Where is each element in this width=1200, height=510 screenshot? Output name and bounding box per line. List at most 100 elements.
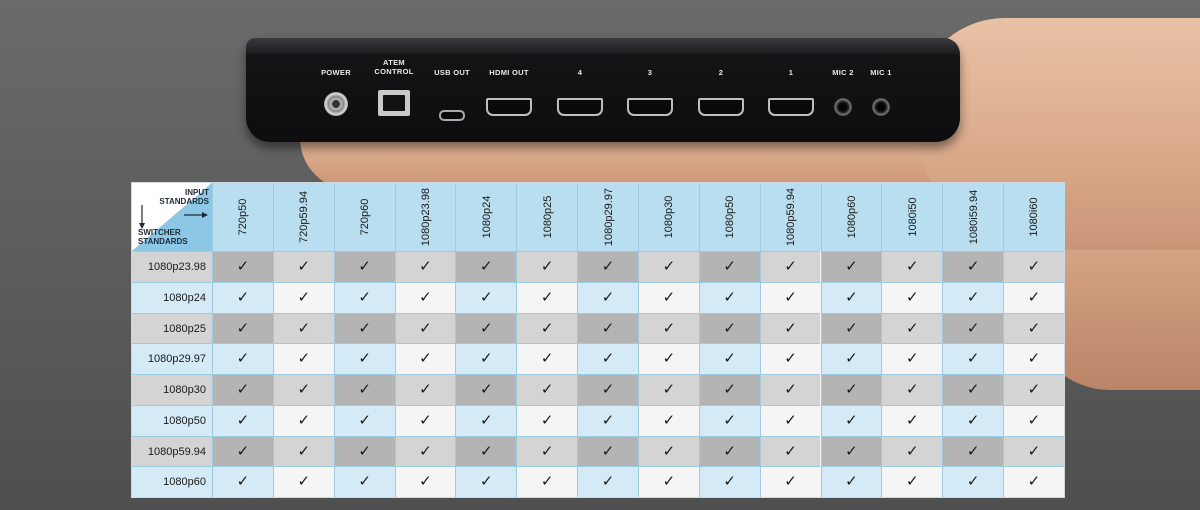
compatibility-check: ✓ — [759, 281, 821, 313]
compatibility-check: ✓ — [759, 343, 821, 374]
row-header: 1080p25 — [132, 312, 212, 344]
column-header: 720p60 — [333, 183, 396, 251]
compatibility-check: ✓ — [1003, 466, 1064, 497]
port-label: MIC 2 — [832, 68, 854, 77]
compatibility-check: ✓ — [516, 404, 578, 436]
compatibility-check: ✓ — [881, 404, 943, 436]
compatibility-check: ✓ — [577, 404, 638, 436]
compatibility-check: ✓ — [394, 251, 456, 282]
compatibility-check: ✓ — [577, 466, 638, 497]
compatibility-check: ✓ — [577, 281, 638, 313]
usb-c-icon — [439, 110, 465, 121]
compatibility-check: ✓ — [1003, 343, 1064, 374]
compatibility-check: ✓ — [637, 343, 699, 374]
compatibility-check: ✓ — [394, 435, 456, 467]
compatibility-check: ✓ — [212, 404, 273, 436]
compatibility-check: ✓ — [637, 404, 699, 436]
column-header-label: 1080p60 — [845, 195, 858, 239]
port-label: 4 — [577, 68, 583, 77]
compatibility-check: ✓ — [394, 466, 456, 497]
compatibility-check: ✓ — [333, 435, 395, 467]
compatibility-check: ✓ — [455, 281, 517, 313]
compatibility-check: ✓ — [1003, 435, 1064, 467]
compatibility-check: ✓ — [759, 251, 821, 282]
row-header: 1080p60 — [132, 466, 212, 497]
compatibility-check: ✓ — [759, 435, 821, 467]
compatibility-check: ✓ — [272, 466, 334, 497]
compatibility-check: ✓ — [272, 343, 334, 374]
compatibility-check: ✓ — [272, 404, 334, 436]
compatibility-check: ✓ — [698, 343, 760, 374]
column-header-label: 1080p59.94 — [785, 187, 798, 247]
rj45-icon — [378, 90, 410, 116]
column-header-label: 1080p30 — [663, 195, 676, 239]
column-header-label: 1080i60 — [1028, 197, 1041, 237]
port-label: MIC 1 — [870, 68, 892, 77]
column-header-label: 1080p23.98 — [419, 187, 432, 247]
compatibility-check: ✓ — [212, 466, 273, 497]
compatibility-check: ✓ — [820, 466, 882, 497]
compatibility-check: ✓ — [516, 281, 578, 313]
compatibility-check: ✓ — [881, 374, 943, 405]
compatibility-check: ✓ — [394, 281, 456, 313]
column-header: 1080p23.98 — [394, 183, 457, 251]
compatibility-check: ✓ — [759, 404, 821, 436]
compatibility-check: ✓ — [1003, 312, 1064, 344]
column-header-label: 720p50 — [237, 198, 250, 236]
column-header: 1080p60 — [820, 183, 883, 251]
compatibility-check: ✓ — [881, 435, 943, 467]
port-label: HDMI OUT — [489, 68, 529, 77]
compatibility-check: ✓ — [455, 251, 517, 282]
compatibility-check: ✓ — [820, 374, 882, 405]
table-corner: INPUT STANDARDS SWITCHER STANDARDS — [132, 183, 212, 251]
row-header: 1080p30 — [132, 374, 212, 405]
compatibility-check: ✓ — [394, 374, 456, 405]
compatibility-check: ✓ — [272, 281, 334, 313]
column-header-label: 1080p50 — [724, 195, 737, 239]
compatibility-check: ✓ — [759, 466, 821, 497]
compatibility-check: ✓ — [942, 281, 1004, 313]
compatibility-check: ✓ — [272, 251, 334, 282]
compatibility-check: ✓ — [759, 312, 821, 344]
column-header: 1080i60 — [1003, 183, 1065, 251]
compatibility-check: ✓ — [698, 404, 760, 436]
row-header: 1080p29.97 — [132, 343, 212, 374]
hdmi-icon — [486, 98, 532, 116]
standards-compatibility-table: INPUT STANDARDS SWITCHER STANDARDS 720p5… — [131, 182, 1065, 498]
column-header-label: 720p60 — [359, 198, 372, 236]
compatibility-check: ✓ — [698, 466, 760, 497]
compatibility-check: ✓ — [272, 312, 334, 344]
compatibility-check: ✓ — [577, 312, 638, 344]
hdmi-icon — [627, 98, 673, 116]
compatibility-check: ✓ — [698, 251, 760, 282]
compatibility-check: ✓ — [333, 404, 395, 436]
compatibility-check: ✓ — [577, 374, 638, 405]
compatibility-check: ✓ — [1003, 251, 1064, 282]
bnc-icon — [324, 92, 348, 116]
compatibility-check: ✓ — [394, 404, 456, 436]
compatibility-check: ✓ — [333, 343, 395, 374]
compatibility-check: ✓ — [820, 251, 882, 282]
compatibility-check: ✓ — [942, 435, 1004, 467]
column-header: 1080p50 — [698, 183, 761, 251]
corner-switcher-standards: SWITCHER STANDARDS — [138, 228, 188, 246]
port-label: POWER — [321, 68, 351, 77]
column-header: 720p50 — [212, 183, 274, 251]
audio-jack-icon — [872, 98, 890, 116]
audio-jack-icon — [834, 98, 852, 116]
compatibility-check: ✓ — [637, 374, 699, 405]
row-header: 1080p59.94 — [132, 435, 212, 467]
column-header: 1080p30 — [637, 183, 700, 251]
compatibility-check: ✓ — [212, 312, 273, 344]
compatibility-check: ✓ — [820, 281, 882, 313]
compatibility-check: ✓ — [637, 251, 699, 282]
atem-mini-switcher: POWER ATEM CONTROL USB OUT HDMI OUT 4 3 2 1 MIC … — [246, 38, 960, 142]
compatibility-check: ✓ — [516, 251, 578, 282]
compatibility-check: ✓ — [942, 312, 1004, 344]
compatibility-check: ✓ — [516, 466, 578, 497]
compatibility-check: ✓ — [455, 466, 517, 497]
column-header-label: 1080p25 — [541, 195, 554, 239]
port-label: USB OUT — [434, 68, 470, 77]
compatibility-check: ✓ — [942, 374, 1004, 405]
corner-input-standards: INPUT STANDARDS — [159, 188, 209, 206]
